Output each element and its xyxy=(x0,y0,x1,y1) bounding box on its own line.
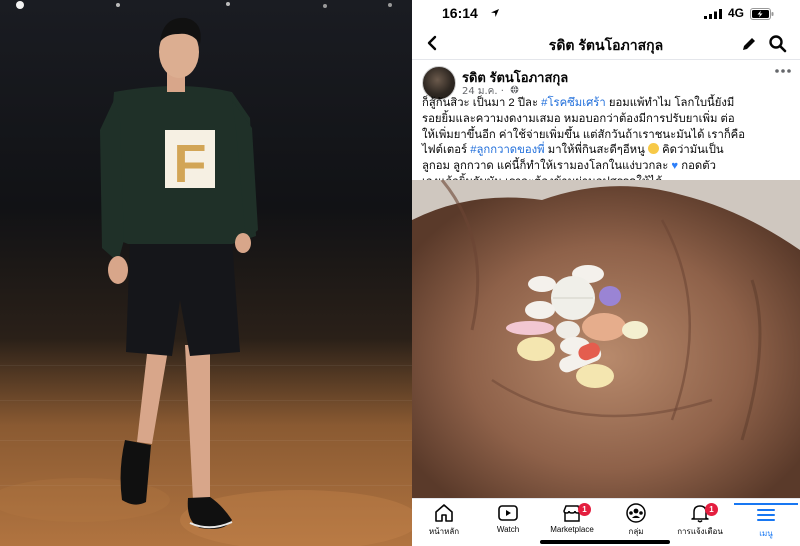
hashtag-link[interactable]: #โรคซึมเศร้า xyxy=(541,97,606,109)
battery-charging-icon xyxy=(750,8,774,20)
notification-badge: 1 xyxy=(705,503,718,516)
avatar[interactable] xyxy=(422,66,456,100)
model-figure: F xyxy=(0,1,412,546)
menu-hamburger-icon xyxy=(757,509,775,521)
tab-label: การแจ้งเตือน xyxy=(677,527,723,536)
smiling-face-emoji-icon xyxy=(647,143,659,155)
globe-icon xyxy=(510,85,519,94)
signal-bars-icon xyxy=(704,9,722,19)
post-text-segment: คิดว่ามันเป็น xyxy=(658,144,724,157)
pills-in-hand-image xyxy=(412,180,800,498)
post-text-segment: ไฟต์เตอร์ xyxy=(422,144,471,157)
post-text-segment: ลูกอม ลูกกวาด แค่นี้ก็ทำให้เรามองโลกในแง… xyxy=(422,160,672,173)
tab-label: เมนู xyxy=(759,529,773,538)
network-type: 4G xyxy=(728,6,745,20)
tab-home[interactable]: หน้าหลัก xyxy=(412,503,476,543)
post-text-segment: ให้เพิ่มยาขึ้นอีก ค่าใช้จ่ายเพิ่มขึ้น แต… xyxy=(422,128,746,141)
tab-label: Marketplace xyxy=(550,525,594,534)
edit-pencil-icon[interactable] xyxy=(740,35,758,53)
tab-label: หน้าหลัก xyxy=(428,527,460,536)
post-text-line: ให้เพิ่มยาขึ้นอีก ค่าใช้จ่ายเพิ่มขึ้น แต… xyxy=(422,128,794,144)
sweater-letter: F xyxy=(174,134,207,194)
post-header: รดิต รัตนโอภาสกุล 24 ม.ค. · xyxy=(412,62,800,100)
watch-video-icon xyxy=(498,505,518,521)
profile-nav-bar: รดิต รัตนโอภาสกุล xyxy=(412,28,800,60)
location-arrow-icon xyxy=(491,9,499,17)
status-time: 16:14 xyxy=(442,5,478,21)
groups-icon xyxy=(626,503,646,523)
post-text-line: ก็สู้กันสิวะ เป็นมา 2 ปีละ #โรคซึมเศร้า … xyxy=(422,96,794,112)
tab-groups[interactable]: กลุ่ม xyxy=(604,503,668,543)
post-photo-pills-in-hand[interactable] xyxy=(412,180,800,498)
bottom-tab-bar: หน้าหลัก Watch Marketplace 1 กลุ่ม การแจ… xyxy=(412,498,800,546)
home-indicator[interactable] xyxy=(540,540,670,544)
post-text: ก็สู้กันสิวะ เป็นมา 2 ปีละ #โรคซึมเศร้า … xyxy=(422,96,794,191)
post-text-segment: ก็สู้กันสิวะ เป็นมา 2 ปีละ xyxy=(422,97,542,109)
post-text-segment: กอดตัว xyxy=(678,160,716,173)
search-icon[interactable] xyxy=(768,34,788,54)
tab-marketplace[interactable]: Marketplace 1 xyxy=(540,503,604,543)
post-text-line: รอยยิ้มและความงดงามเสมอ หมอบอกว่าต้องมีก… xyxy=(422,112,794,128)
post-text-line: ไฟต์เตอร์ #ลูกกวาดของพี่ มาให้พี่กินสะดี… xyxy=(422,143,794,159)
post-text-line: ลูกอม ลูกกวาด แค่นี้ก็ทำให้เรามองโลกในแง… xyxy=(422,159,794,175)
tab-notifications[interactable]: การแจ้งเตือน 1 xyxy=(668,503,732,543)
post-text-segment: มาให้พี่กินสะดีๆอีหนู xyxy=(544,144,648,157)
post-text-segment: ยอมแพ้ทำไม โลกใบนี้ยังมี xyxy=(605,97,735,109)
hashtag-link[interactable]: #ลูกกวาดของพี่ xyxy=(470,144,544,156)
facebook-mobile-screen: 16:14 4G รดิต รัตนโอภาสกุล รดิต รัตนโอภา… xyxy=(412,0,800,546)
tab-label: Watch xyxy=(496,525,520,534)
tab-watch[interactable]: Watch xyxy=(476,503,540,543)
post-text-segment: รอยยิ้มและความงดงามเสมอ หมอบอกว่าต้องมีก… xyxy=(422,112,735,125)
status-bar: 16:14 4G xyxy=(412,0,800,28)
tab-menu[interactable]: เมนู xyxy=(734,503,798,543)
runway-photo: F xyxy=(0,0,412,546)
home-icon xyxy=(435,504,453,522)
tab-label: กลุ่ม xyxy=(628,527,644,536)
more-options-icon[interactable] xyxy=(774,68,792,74)
notification-badge: 1 xyxy=(578,503,591,516)
